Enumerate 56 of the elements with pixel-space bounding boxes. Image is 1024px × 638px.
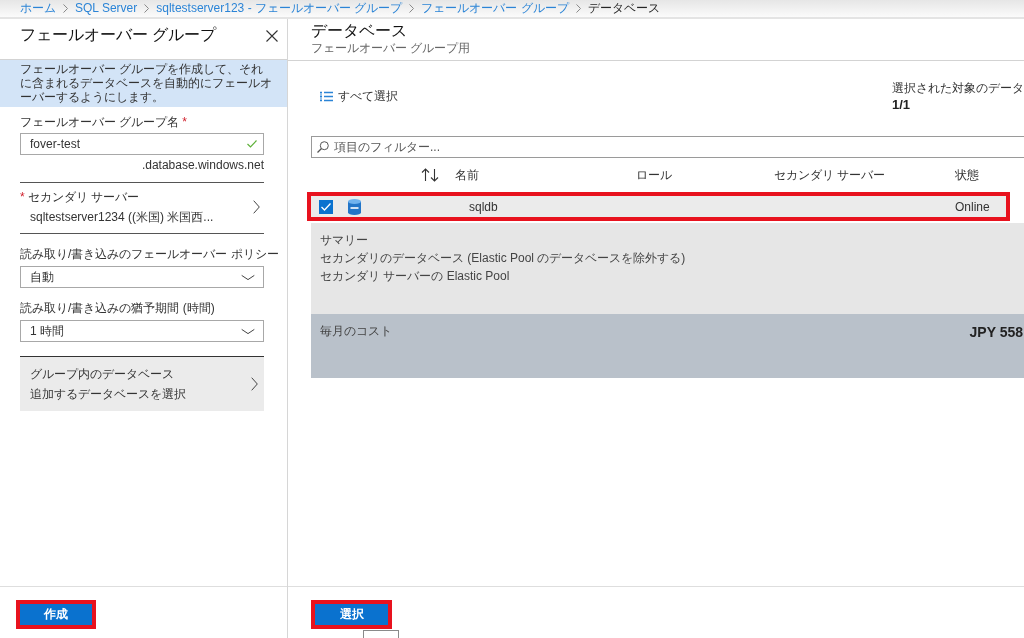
picker-panel[interactable]: グループ内のデータベース 追加するデータベースを選択 [20, 356, 264, 411]
table-cell-text: Online [955, 199, 991, 214]
field-value: sqltestserver1234 ((米国) 米国西... [29, 210, 214, 224]
column-header: 状態 [955, 168, 980, 182]
chevron-right-icon [63, 4, 68, 13]
selection-count: 1/1 [892, 97, 912, 112]
field-label: グループ内のデータベース [30, 367, 175, 381]
required-mark: * [182, 115, 187, 129]
chevron-right-icon [144, 4, 150, 13]
column-header: ロール [636, 168, 673, 182]
primary-button[interactable]: 選択 [315, 604, 388, 625]
search-icon [317, 141, 329, 153]
panel-subtitle: フェールオーバー グループ用 [311, 41, 472, 55]
breadcrumb-link[interactable]: フェールオーバー グループ [421, 1, 569, 16]
cost-label: 毎月のコスト [320, 324, 392, 338]
domain-suffix: .database.windows.net [141, 158, 264, 172]
chevron-down-icon [241, 273, 255, 281]
chevron-right-icon [575, 4, 581, 13]
sort-icon[interactable] [421, 168, 439, 182]
select-all-button[interactable]: すべて選択 [320, 88, 398, 105]
breadcrumb-link[interactable]: sqltestserver123 - フェールオーバー グループ [156, 1, 403, 16]
column-header: セカンダリ サーバー [774, 168, 887, 182]
database-icon [348, 198, 361, 215]
required-mark: * [20, 190, 25, 204]
table-row[interactable]: sqldb Online [307, 192, 1010, 221]
dropdown[interactable]: 1 時間 [20, 320, 264, 342]
list-icon [320, 91, 333, 102]
table-cell-text: sqldb [468, 199, 499, 214]
field-label: 読み取り/書き込みのフェールオーバー ポリシー [20, 247, 279, 261]
cost-value: JPY 558 [969, 324, 1023, 340]
breadcrumb-link[interactable]: ホーム [20, 1, 56, 16]
breadcrumb-current: データベース [587, 1, 660, 16]
primary-button[interactable]: 作成 [20, 604, 92, 625]
chevron-down-icon [241, 327, 255, 335]
panel-title: データベース [311, 21, 408, 41]
column-header: 名前 [455, 168, 480, 182]
selection-label: 選択された対象のデータ [892, 81, 1024, 95]
chevron-right-icon [251, 377, 258, 391]
partial-frame [363, 630, 399, 638]
summary-line: サマリー [320, 232, 369, 249]
close-icon[interactable] [266, 30, 278, 42]
summary-line: セカンダリ サーバーの Elastic Pool [320, 268, 511, 285]
field-label: 読み取り/書き込みの猶予期間 (時間) [20, 301, 215, 315]
checkbox[interactable] [319, 199, 333, 214]
field-value: 追加するデータベースを選択 [30, 387, 186, 401]
breadcrumb-link[interactable]: SQL Server [75, 1, 138, 16]
field-label: フェールオーバー グループ名 [20, 115, 180, 129]
chevron-right-icon[interactable] [253, 200, 260, 214]
chevron-right-icon [409, 4, 415, 13]
field-label: セカンダリ サーバー [27, 190, 139, 204]
dropdown[interactable]: 自動 [20, 266, 264, 288]
filter-field[interactable]: 項目のフィルター... [311, 136, 1024, 158]
info-banner: フェールオーバー グループを作成して、それに含まれるデータベースを自動的にフェールオーバーするようにします。 [0, 60, 287, 107]
summary-line: セカンダリのデータベース (Elastic Pool のデータベースを除外する) [320, 250, 687, 267]
panel-title: フェールオーバー グループ [20, 25, 217, 45]
input-field[interactable]: fover-test [20, 133, 264, 155]
